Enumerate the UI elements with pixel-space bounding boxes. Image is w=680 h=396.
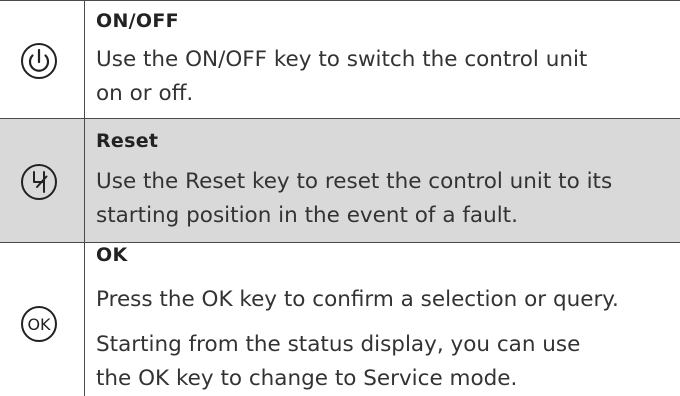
- ok-icon-label: OK: [27, 315, 51, 334]
- table-row-ok: OK OK Press the OK key to confirm a sele…: [0, 242, 680, 396]
- key-title: OK: [96, 244, 128, 266]
- column-divider: [84, 0, 85, 396]
- table-divider: [0, 0, 680, 1]
- key-title: ON/OFF: [96, 10, 179, 32]
- key-title: Reset: [96, 130, 159, 152]
- description-line: Use the Reset key to reset the control u…: [96, 169, 613, 194]
- key-description: Press the OK key to confirm a selection …: [96, 287, 619, 312]
- description-line: Use the ON/OFF key to switch the control…: [96, 47, 588, 72]
- table-divider: [0, 118, 680, 119]
- key-description: Use the Reset key to reset the control u…: [96, 165, 612, 233]
- description-line: the OK key to change to Service mode.: [96, 366, 518, 391]
- reset-icon: [21, 164, 57, 200]
- ok-icon: OK: [21, 306, 57, 342]
- table-row-reset: Reset Use the Reset key to reset the con…: [0, 118, 680, 242]
- table-row-on-off: ON/OFF Use the ON/OFF key to switch the …: [0, 0, 680, 118]
- key-description: Use the ON/OFF key to switch the control…: [96, 43, 587, 111]
- description-line: starting position in the event of a faul…: [96, 203, 518, 228]
- description-line: Starting from the status display, you ca…: [96, 332, 581, 357]
- power-icon: [21, 43, 57, 79]
- description-line: on or off.: [96, 81, 194, 106]
- key-description-2: Starting from the status display, you ca…: [96, 328, 580, 396]
- table-divider: [0, 242, 680, 243]
